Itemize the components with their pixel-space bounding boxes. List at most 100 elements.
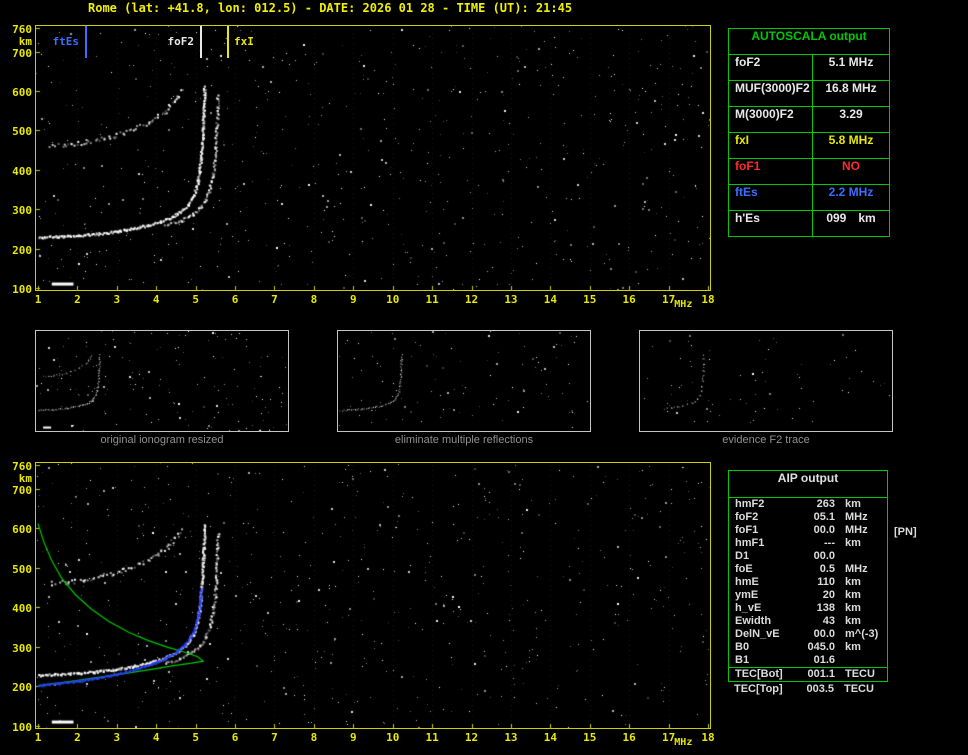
autoscala-param-name: h'Es	[729, 211, 813, 236]
x-tick-1: 1	[34, 293, 42, 306]
y-tick-200: 200	[12, 243, 32, 257]
aip-field-name: hmF2	[735, 498, 765, 510]
autoscala-param-value: NO	[842, 159, 860, 173]
x-tick-6: 6	[231, 293, 239, 306]
y-tick-200: 200	[12, 681, 32, 695]
aip-field-unit: km	[845, 537, 861, 549]
ftEs-marker-line	[85, 26, 87, 58]
aip-row-DelN_vE: DelN_vE 00.0 m^(-3)	[729, 628, 887, 641]
aip-field-value: ---	[824, 537, 835, 549]
x-tick-1: 1	[34, 731, 42, 744]
aip-field-name: D1	[735, 550, 750, 562]
autoscala-row-foF2: foF2 5.1 MHz	[729, 55, 889, 81]
y-tick-300: 300	[12, 204, 32, 218]
x-tick-7: 7	[271, 731, 278, 744]
x-tick-9: 9	[349, 731, 357, 744]
pn-note: [PN]	[894, 526, 917, 538]
x-tick-5: 5	[192, 293, 199, 306]
x-axis-unit: MHz	[674, 299, 693, 310]
autoscala-row-M(3000)F2: M(3000)F2 3.29	[729, 107, 889, 133]
aip-field-value: 003.5	[806, 683, 834, 695]
aip-field-value: 01.6	[813, 654, 835, 666]
aip-row-B0: B0 045.0 km	[729, 641, 887, 654]
aip-field-unit: MHz	[845, 563, 868, 575]
foF2-marker-line	[200, 26, 202, 58]
autoscala-param-value: 2.2 MHz	[828, 185, 874, 199]
aip-field-value: 045.0	[807, 641, 835, 653]
aip-field-unit: TECU	[844, 683, 874, 695]
aip-row-B1: B1 01.6	[729, 654, 887, 667]
x-tick-16: 16	[622, 293, 636, 306]
aip-row-ymE: ymE 20 km	[729, 589, 887, 602]
x-tick-9: 9	[349, 293, 357, 306]
aip-row-Ewidth: Ewidth 43 km	[729, 615, 887, 628]
y-tick-500: 500	[12, 562, 32, 576]
aip-row-foE: foE 0.5 MHz	[729, 563, 887, 576]
thumbnail-eliminate-reflections	[337, 330, 591, 432]
x-tick-2: 2	[74, 293, 81, 306]
aip-field-name: TEC[Top]	[734, 683, 783, 695]
aip-field-value: 110	[817, 576, 835, 588]
aip-table-box: AIP output hmF2 263 km foF2 05.1 MHz foF1 00.0 M…	[728, 470, 888, 682]
thumbnail-eliminate-canvas	[338, 331, 590, 431]
autoscala-param-name: M(3000)F2	[729, 107, 813, 132]
y-tick-700: 700	[12, 483, 32, 497]
x-tick-6: 6	[231, 731, 239, 744]
thumbnail-caption-original: original ionogram resized	[100, 434, 224, 446]
x-tick-18: 18	[701, 731, 715, 744]
aip-field-name: B1	[735, 654, 750, 666]
autoscala-app: Rome (lat: +41.8, lon: 012.5) - DATE: 20…	[0, 0, 968, 755]
autoscala-param-value: 5.1 MHz	[828, 55, 874, 69]
aip-row-hmE: hmE 110 km	[729, 576, 887, 589]
aip-field-value: 263	[816, 498, 835, 510]
y-tick-500: 500	[12, 125, 32, 139]
autoscala-row-MUF(3000)F2: MUF(3000)F2 16.8 MHz	[729, 81, 889, 107]
aip-field-name: hmE	[735, 576, 759, 588]
y-tick-300: 300	[12, 641, 32, 655]
fxI-marker-label: fxI	[234, 35, 254, 48]
fxI-marker-line	[227, 26, 229, 58]
aip-field-value: 138	[816, 602, 835, 614]
aip-tec-top-row: TEC[Top] 003.5 TECU	[728, 683, 888, 696]
x-tick-3: 3	[113, 293, 121, 306]
aip-field-unit: m^(-3)	[845, 628, 879, 640]
aip-field-name: hmF1	[735, 537, 765, 549]
aip-field-name: ymE	[735, 589, 759, 601]
aip-field-value: 43	[822, 615, 835, 627]
aip-field-unit: MHz	[845, 524, 868, 536]
x-tick-4: 4	[152, 293, 160, 306]
aip-table-rows: hmF2 263 km foF2 05.1 MHz foF1 00.0 MHz hmF1 --- km…	[729, 498, 887, 681]
aip-ionogram-canvas	[36, 463, 710, 728]
aip-output-table: AIP output hmF2 263 km foF2 05.1 MHz foF1 00.0 M…	[728, 470, 888, 696]
x-tick-13: 13	[504, 293, 518, 306]
aip-field-value: 05.1	[813, 511, 835, 523]
aip-row-TEC[Bot]: TEC[Bot] 001.1 TECU	[729, 667, 887, 681]
x-tick-8: 8	[310, 731, 318, 744]
aip-field-unit: km	[845, 498, 861, 510]
page-title: Rome (lat: +41.8, lon: 012.5) - DATE: 20…	[88, 1, 573, 15]
thumbnail-evidence-f2	[639, 330, 893, 432]
aip-row-h_vE: h_vE 138 km	[729, 602, 887, 615]
x-tick-13: 13	[504, 731, 518, 744]
x-tick-14: 14	[543, 731, 557, 744]
aip-table-header: AIP output	[729, 471, 887, 498]
x-tick-12: 12	[464, 731, 479, 744]
aip-row-hmF1: hmF1 --- km	[729, 537, 887, 550]
aip-field-unit: km	[845, 602, 861, 614]
x-tick-7: 7	[271, 293, 278, 306]
thumbnail-original-ionogram	[35, 330, 289, 432]
x-tick-4: 4	[152, 731, 160, 744]
aip-field-value: 00.0	[813, 550, 835, 562]
aip-field-name: B0	[735, 641, 750, 653]
ftEs-marker-label: ftEs	[52, 35, 80, 48]
thumbnail-original-canvas	[36, 331, 288, 431]
autoscala-param-value: 16.8 MHz	[825, 81, 877, 95]
x-tick-18: 18	[701, 293, 715, 306]
x-tick-2: 2	[74, 731, 81, 744]
autoscala-table-header: AUTOSCALA output	[729, 29, 889, 55]
aip-field-name: foE	[735, 563, 753, 575]
x-tick-10: 10	[386, 293, 400, 306]
foF2-marker-label: foF2	[167, 35, 195, 48]
x-tick-5: 5	[192, 731, 199, 744]
x-axis-unit: MHz	[674, 737, 693, 748]
